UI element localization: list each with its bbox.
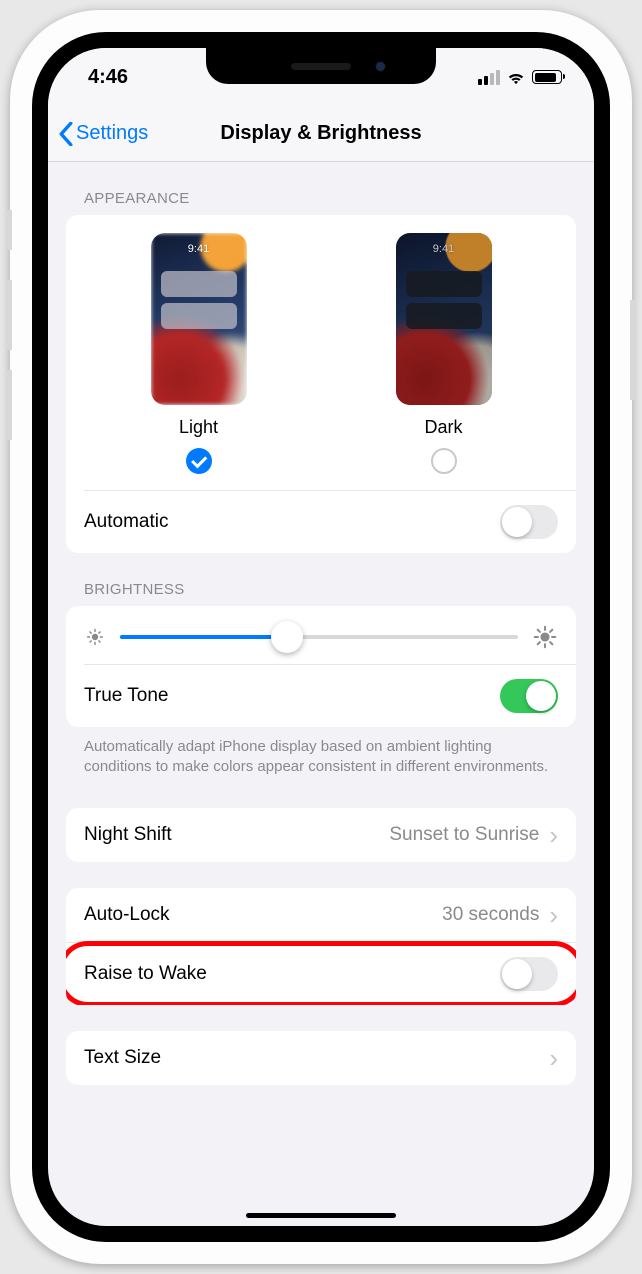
dark-unselected-circle-icon bbox=[431, 448, 457, 474]
text-group: Text Size › bbox=[66, 1031, 576, 1085]
true-tone-footer: Automatically adapt iPhone display based… bbox=[66, 727, 576, 782]
side-button bbox=[630, 300, 636, 400]
dark-preview-icon: 9:41 bbox=[396, 233, 492, 405]
chevron-left-icon bbox=[58, 122, 74, 146]
back-label: Settings bbox=[76, 122, 148, 145]
appearance-section-label: APPEARANCE bbox=[66, 162, 576, 215]
wifi-icon bbox=[506, 70, 526, 85]
night-shift-label: Night Shift bbox=[84, 824, 172, 846]
chevron-right-icon: › bbox=[549, 822, 558, 848]
page-title: Display & Brightness bbox=[220, 122, 421, 145]
volume-up-button bbox=[6, 280, 12, 350]
light-preview-icon: 9:41 bbox=[151, 233, 247, 405]
automatic-toggle[interactable] bbox=[500, 505, 558, 539]
mute-switch bbox=[6, 210, 12, 250]
home-indicator[interactable] bbox=[246, 1213, 396, 1218]
auto-lock-value: 30 seconds bbox=[442, 904, 539, 926]
volume-down-button bbox=[6, 370, 12, 440]
chevron-right-icon: › bbox=[549, 1045, 558, 1071]
battery-icon bbox=[532, 70, 562, 84]
raise-to-wake-label: Raise to Wake bbox=[84, 963, 207, 985]
device-frame: 4:46 Settings bbox=[10, 10, 632, 1264]
night-shift-group: Night Shift Sunset to Sunrise › bbox=[66, 808, 576, 862]
screen: 4:46 Settings bbox=[48, 48, 594, 1226]
true-tone-label: True Tone bbox=[84, 685, 169, 707]
raise-to-wake-row: Raise to Wake bbox=[66, 942, 576, 1005]
night-shift-value: Sunset to Sunrise bbox=[389, 824, 539, 846]
notch bbox=[206, 48, 436, 84]
light-selected-check-icon bbox=[186, 448, 212, 474]
night-shift-row[interactable]: Night Shift Sunset to Sunrise › bbox=[66, 808, 576, 862]
appearance-option-light[interactable]: 9:41 Light bbox=[88, 233, 309, 474]
brightness-slider[interactable] bbox=[120, 635, 518, 639]
appearance-option-dark[interactable]: 9:41 Dark bbox=[333, 233, 554, 474]
text-size-row[interactable]: Text Size › bbox=[66, 1031, 576, 1085]
dark-label: Dark bbox=[333, 417, 554, 438]
auto-lock-row[interactable]: Auto-Lock 30 seconds › bbox=[66, 888, 576, 942]
appearance-group: 9:41 Light 9:41 Dar bbox=[66, 215, 576, 553]
true-tone-toggle[interactable] bbox=[500, 679, 558, 713]
navigation-bar: Settings Display & Brightness bbox=[48, 106, 594, 162]
brightness-section-label: BRIGHTNESS bbox=[66, 553, 576, 606]
sun-min-icon bbox=[84, 626, 106, 648]
brightness-slider-row bbox=[66, 606, 576, 664]
sun-max-icon bbox=[532, 624, 558, 650]
brightness-group: True Tone bbox=[66, 606, 576, 727]
back-button[interactable]: Settings bbox=[48, 122, 148, 146]
automatic-label: Automatic bbox=[84, 511, 168, 533]
text-size-label: Text Size bbox=[84, 1047, 161, 1069]
auto-lock-label: Auto-Lock bbox=[84, 904, 170, 926]
light-label: Light bbox=[88, 417, 309, 438]
lock-group: Auto-Lock 30 seconds › Raise to Wake bbox=[66, 888, 576, 1005]
raise-to-wake-toggle[interactable] bbox=[500, 957, 558, 991]
chevron-right-icon: › bbox=[549, 902, 558, 928]
cellular-signal-icon bbox=[478, 70, 500, 85]
status-time: 4:46 bbox=[88, 66, 128, 89]
